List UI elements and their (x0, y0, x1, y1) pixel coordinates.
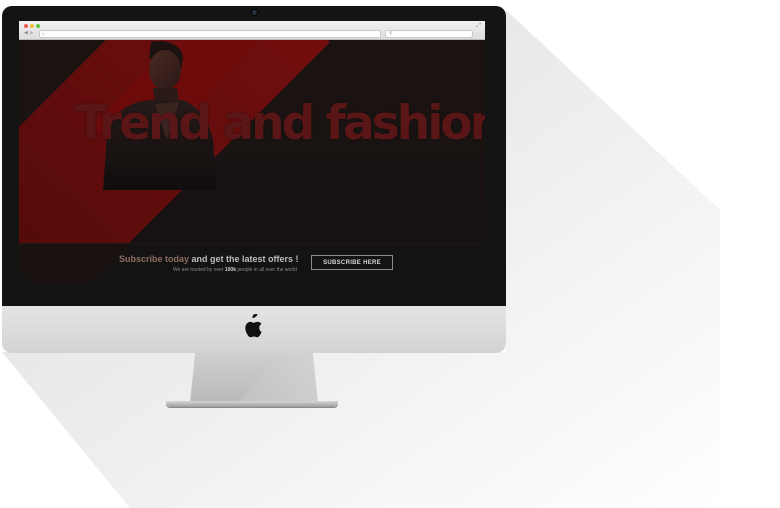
apple-logo (245, 314, 262, 338)
browser-toolbar: ⤢ ◀ ▶ ⌂ ⚲ (19, 21, 485, 40)
hero-banner: Trend and fashion Subscribe today and ge… (19, 40, 485, 283)
back-arrow-icon[interactable]: ◀ (24, 31, 28, 36)
expand-icon[interactable]: ⤢ (476, 23, 481, 29)
address-bar[interactable]: ⌂ (39, 30, 381, 38)
search-icon: ⚲ (389, 31, 393, 37)
hero-title: Trend and fashion (75, 96, 485, 151)
subscribe-bar: Subscribe today and get the latest offer… (19, 243, 485, 283)
subscribe-headline-rest: and get the latest offers ! (189, 254, 299, 264)
subscribe-headline: Subscribe today and get the latest offer… (119, 254, 299, 265)
forward-arrow-icon[interactable]: ▶ (30, 31, 34, 36)
browser-search-input[interactable]: ⚲ (385, 30, 473, 38)
trust-suffix: people in all over the world (236, 267, 297, 273)
camera-icon (252, 10, 257, 15)
browser-window: ⤢ ◀ ▶ ⌂ ⚲ Trend and fashion Subscribe to… (19, 21, 485, 283)
trust-count: 100k (224, 267, 236, 273)
imac-stand (190, 353, 318, 403)
close-window-button[interactable] (24, 24, 28, 28)
subscribe-headline-highlight: Subscribe today (119, 254, 190, 264)
maximize-window-button[interactable] (36, 24, 40, 28)
subscribe-button[interactable]: SUBSCRIBE HERE (311, 255, 393, 270)
trust-note: We are trusted by over 100k people in al… (173, 267, 297, 274)
home-icon[interactable]: ⌂ (42, 31, 45, 37)
minimize-window-button[interactable] (30, 24, 34, 28)
imac-stand-base (166, 401, 338, 407)
imac-mockup: ⤢ ◀ ▶ ⌂ ⚲ Trend and fashion Subscribe to… (0, 0, 780, 508)
trust-prefix: We are trusted by over (173, 267, 225, 273)
